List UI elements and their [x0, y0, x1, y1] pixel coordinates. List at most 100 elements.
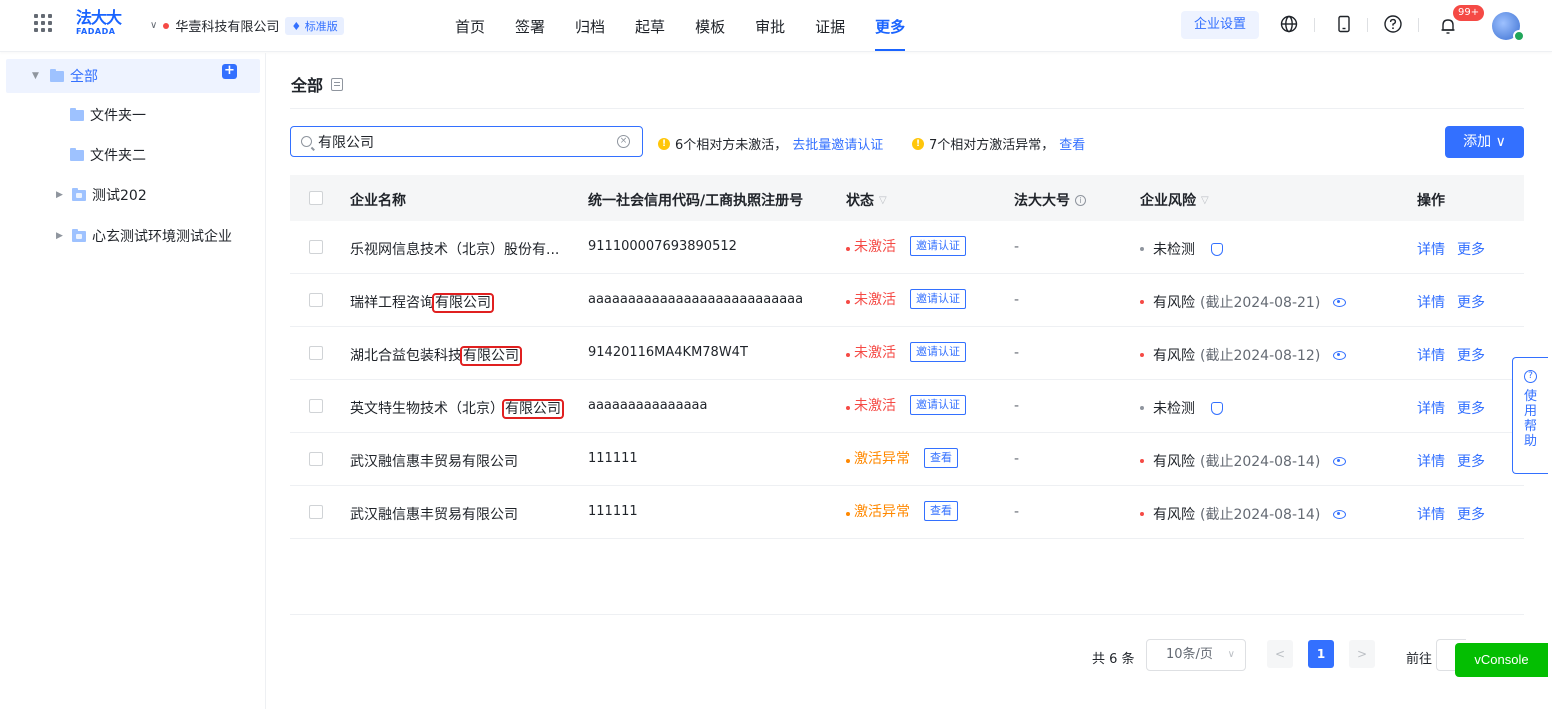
- ops-cell: 详情 更多: [1417, 292, 1485, 312]
- risk-label: 有风险: [1153, 507, 1195, 523]
- search-box[interactable]: ×: [290, 126, 643, 157]
- tree-item-folder-2[interactable]: 文件夹二: [70, 145, 146, 165]
- status-action-button[interactable]: 查看: [924, 501, 958, 521]
- goto-label: 前往: [1406, 652, 1433, 667]
- credit-code-cell: 111111: [588, 504, 638, 519]
- help-circle-icon: ?: [1524, 370, 1537, 383]
- tree-item-label: 心玄测试环境测试企业: [92, 229, 232, 245]
- ops-cell: 详情 更多: [1417, 451, 1485, 471]
- more-link[interactable]: 更多: [1457, 504, 1485, 524]
- warning-icon: !: [912, 137, 924, 150]
- detail-link[interactable]: 详情: [1417, 398, 1445, 418]
- next-page-icon[interactable]: >: [1349, 640, 1375, 668]
- row-checkbox[interactable]: [309, 346, 323, 360]
- caret-right-icon[interactable]: ▶: [56, 190, 66, 200]
- nav-evidence[interactable]: 证据: [815, 16, 845, 37]
- shield-icon[interactable]: [1211, 401, 1223, 415]
- status-action-button[interactable]: 查看: [924, 448, 958, 468]
- fadada-no-cell: -: [1014, 451, 1020, 467]
- tree-item-xinxuan[interactable]: ▶ 心玄测试环境测试企业: [56, 226, 232, 246]
- eye-icon[interactable]: [1333, 456, 1347, 466]
- row-checkbox[interactable]: [309, 505, 323, 519]
- nav-more[interactable]: 更多: [875, 16, 906, 51]
- batch-invite-link[interactable]: 去批量邀请认证: [792, 134, 883, 153]
- detail-link[interactable]: 详情: [1417, 345, 1445, 365]
- chevron-down-icon: ∨: [150, 20, 158, 31]
- enterprise-settings-button[interactable]: 企业设置: [1181, 11, 1259, 39]
- page-number-button[interactable]: 1: [1308, 640, 1334, 668]
- prev-page-icon[interactable]: <: [1267, 640, 1293, 668]
- tree-item-test202[interactable]: ▶ 测试202: [56, 185, 147, 205]
- status-action-button[interactable]: 邀请认证: [910, 236, 966, 256]
- risk-date-note: (截止2024-08-14): [1200, 454, 1321, 470]
- detail-link[interactable]: 详情: [1417, 451, 1445, 471]
- nav-sign[interactable]: 签署: [515, 16, 545, 37]
- status-label: 未激活: [854, 239, 896, 255]
- page-size-select[interactable]: 10条/页: [1146, 639, 1246, 671]
- row-checkbox[interactable]: [309, 452, 323, 466]
- eye-icon[interactable]: [1333, 350, 1347, 360]
- help-circle-icon[interactable]: [1383, 14, 1403, 34]
- shared-folder-icon: [72, 228, 86, 242]
- nav-archive[interactable]: 归档: [575, 16, 605, 37]
- document-icon[interactable]: [331, 77, 344, 91]
- status-label: 激活异常: [854, 504, 910, 520]
- header-ops: 操作: [1417, 193, 1445, 209]
- help-side-tab[interactable]: ? 使 用 帮 助: [1512, 357, 1548, 474]
- vconsole-button[interactable]: vConsole: [1455, 643, 1548, 677]
- info-icon[interactable]: i: [1075, 194, 1086, 206]
- help-char: 助: [1523, 434, 1537, 449]
- fadada-no-cell: -: [1014, 292, 1020, 308]
- nav-approval[interactable]: 审批: [755, 16, 785, 37]
- shield-icon[interactable]: [1211, 242, 1223, 256]
- view-abnormal-link[interactable]: 查看: [1059, 134, 1085, 153]
- help-char: 使: [1523, 389, 1537, 404]
- row-checkbox[interactable]: [309, 240, 323, 254]
- status-action-button[interactable]: 邀请认证: [910, 342, 966, 362]
- detail-link[interactable]: 详情: [1417, 504, 1445, 524]
- nav-draft[interactable]: 起草: [635, 16, 665, 37]
- filter-icon[interactable]: ▽: [1201, 195, 1210, 206]
- status-dot-icon: [163, 22, 170, 29]
- eye-icon[interactable]: [1333, 297, 1347, 307]
- tree-item-label: 文件夹二: [90, 148, 146, 164]
- status-action-button[interactable]: 邀请认证: [910, 395, 966, 415]
- row-checkbox[interactable]: [309, 293, 323, 307]
- fadada-logo[interactable]: 法大大 FADADA: [76, 9, 128, 41]
- more-link[interactable]: 更多: [1457, 451, 1485, 471]
- filter-icon[interactable]: ▽: [879, 195, 888, 206]
- header-company-name: 企业名称: [350, 193, 406, 209]
- select-all-checkbox[interactable]: [309, 191, 323, 205]
- more-link[interactable]: 更多: [1457, 345, 1485, 365]
- detail-link[interactable]: 详情: [1417, 239, 1445, 259]
- credit-code-cell: 111111: [588, 451, 638, 466]
- more-link[interactable]: 更多: [1457, 292, 1485, 312]
- detail-link[interactable]: 详情: [1417, 292, 1445, 312]
- shared-folder-icon: [72, 187, 86, 201]
- clear-icon[interactable]: ×: [617, 135, 630, 148]
- company-name-text: 英文特生物技术（北京）: [350, 401, 504, 417]
- company-switcher[interactable]: ∨ 华壹科技有限公司 ♦ 标准版: [150, 16, 344, 35]
- more-link[interactable]: 更多: [1457, 239, 1485, 259]
- status-action-button[interactable]: 邀请认证: [910, 289, 966, 309]
- app-grid-icon[interactable]: [34, 14, 52, 32]
- status-cell: 未激活 邀请认证: [846, 236, 966, 256]
- divider: [1314, 18, 1315, 32]
- tree-item-folder-1[interactable]: 文件夹一: [70, 105, 146, 125]
- more-link[interactable]: 更多: [1457, 398, 1485, 418]
- caret-right-icon[interactable]: ▶: [56, 231, 66, 241]
- row-checkbox[interactable]: [309, 399, 323, 413]
- search-icon: [301, 136, 312, 147]
- risk-cell: 有风险 (截止2024-08-12): [1140, 345, 1347, 365]
- eye-icon[interactable]: [1333, 509, 1347, 519]
- add-button[interactable]: 添加 ∨: [1445, 126, 1524, 158]
- risk-date-note: (截止2024-08-14): [1200, 507, 1321, 523]
- globe-icon[interactable]: [1279, 14, 1299, 34]
- caret-down-icon[interactable]: ▼: [32, 71, 42, 81]
- nav-home[interactable]: 首页: [455, 16, 485, 37]
- nav-template[interactable]: 模板: [695, 16, 725, 37]
- search-input[interactable]: [318, 133, 608, 150]
- risk-label: 有风险: [1153, 295, 1195, 311]
- add-folder-button[interactable]: +: [222, 64, 237, 79]
- mobile-icon[interactable]: [1334, 14, 1354, 34]
